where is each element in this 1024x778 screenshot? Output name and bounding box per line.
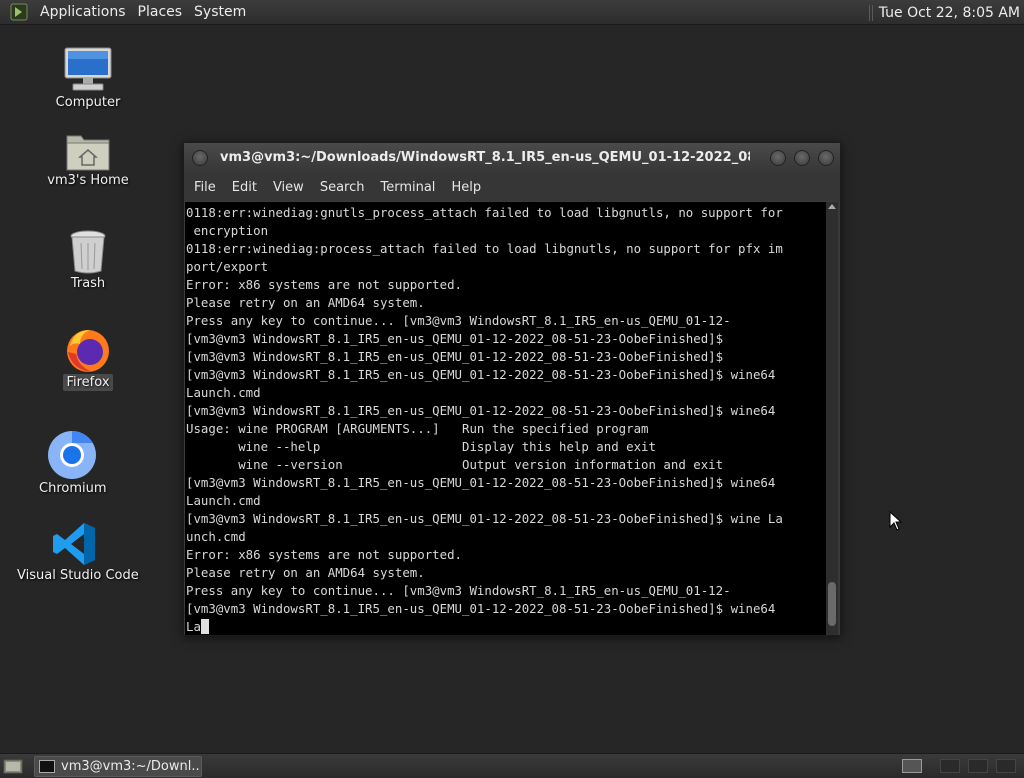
terminal-line: Error: x86 systems are not supported. bbox=[186, 277, 463, 292]
applications-menu[interactable]: Applications bbox=[34, 4, 132, 20]
mouse-pointer-icon bbox=[889, 511, 903, 531]
menu-view[interactable]: View bbox=[265, 180, 312, 195]
workspace-1[interactable] bbox=[902, 759, 922, 773]
terminal-line: port/export bbox=[186, 259, 269, 274]
show-desktop-icon[interactable] bbox=[3, 758, 23, 775]
minimize-button[interactable] bbox=[770, 150, 786, 166]
desktop-icon-label: Visual Studio Code bbox=[17, 568, 139, 583]
desktop-icon-home[interactable]: vm3's Home bbox=[42, 130, 134, 189]
terminal-line: encryption bbox=[186, 223, 269, 238]
terminal-input-line[interactable]: La bbox=[186, 618, 827, 635]
desktop-icon-label: Computer bbox=[55, 95, 121, 110]
vscode-icon bbox=[53, 523, 95, 565]
desktop-icon-label: Trash bbox=[70, 276, 106, 291]
taskbar-terminal-button[interactable]: vm3@vm3:~/Downl... bbox=[34, 756, 202, 777]
terminal-line: unch.cmd bbox=[186, 529, 246, 544]
terminal-scrollbar[interactable] bbox=[826, 202, 838, 635]
menu-terminal[interactable]: Terminal bbox=[372, 180, 443, 195]
terminal-icon bbox=[39, 760, 55, 773]
main-menu-icon[interactable] bbox=[8, 1, 30, 23]
terminal-line: [vm3@vm3 WindowsRT_8.1_IR5_en-us_QEMU_01… bbox=[186, 331, 724, 346]
desktop-icon-vscode[interactable]: Visual Studio Code bbox=[14, 521, 139, 584]
taskbar-button-label: vm3@vm3:~/Downl... bbox=[61, 759, 202, 774]
system-menu[interactable]: System bbox=[188, 4, 252, 20]
trash-icon bbox=[70, 230, 106, 274]
scroll-up-arrow-icon[interactable] bbox=[828, 204, 836, 209]
window-titlebar[interactable]: vm3@vm3:~/Downloads/WindowsRT_8.1_IR5_en… bbox=[184, 143, 840, 173]
window-menu-button[interactable] bbox=[192, 150, 208, 166]
terminal-input-text: La bbox=[186, 619, 201, 634]
terminal-line: [vm3@vm3 WindowsRT_8.1_IR5_en-us_QEMU_01… bbox=[186, 367, 776, 382]
terminal-line: Please retry on an AMD64 system. bbox=[186, 565, 425, 580]
top-panel: Applications Places System Tue Oct 22, 8… bbox=[0, 0, 1024, 25]
menu-help[interactable]: Help bbox=[443, 180, 489, 195]
terminal-line: Launch.cmd bbox=[186, 385, 261, 400]
terminal-line: wine --help Display this help and exit bbox=[186, 439, 656, 454]
desktop-icon-computer[interactable]: Computer bbox=[52, 46, 124, 111]
workspace-2[interactable] bbox=[940, 759, 960, 773]
terminal-line: wine --version Output version informatio… bbox=[186, 457, 724, 472]
workspace-3[interactable] bbox=[968, 759, 988, 773]
panel-separator bbox=[868, 4, 873, 21]
terminal-line: Error: x86 systems are not supported. bbox=[186, 547, 463, 562]
terminal-line: [vm3@vm3 WindowsRT_8.1_IR5_en-us_QEMU_01… bbox=[186, 601, 776, 616]
maximize-button[interactable] bbox=[794, 150, 810, 166]
bottom-panel: vm3@vm3:~/Downl... bbox=[0, 753, 1024, 778]
scrollbar-thumb[interactable] bbox=[828, 582, 836, 626]
desktop-icon-firefox[interactable]: Firefox bbox=[58, 326, 118, 391]
terminal-line: Press any key to continue... [vm3@vm3 Wi… bbox=[186, 583, 731, 598]
terminal-window: vm3@vm3:~/Downloads/WindowsRT_8.1_IR5_en… bbox=[183, 142, 841, 636]
workspace-4[interactable] bbox=[996, 759, 1016, 773]
desktop-icon-label: Chromium bbox=[39, 481, 107, 496]
terminal-output[interactable]: 0118:err:winediag:gnutls_process_attach … bbox=[185, 202, 827, 635]
home-folder-icon bbox=[66, 135, 110, 171]
desktop-icon-label: Firefox bbox=[63, 374, 113, 391]
places-menu[interactable]: Places bbox=[132, 4, 189, 20]
terminal-line: Press any key to continue... [vm3@vm3 Wi… bbox=[186, 313, 731, 328]
chromium-icon bbox=[48, 431, 96, 479]
terminal-line: Please retry on an AMD64 system. bbox=[186, 295, 425, 310]
text-cursor bbox=[200, 619, 209, 634]
terminal-line: [vm3@vm3 WindowsRT_8.1_IR5_en-us_QEMU_01… bbox=[186, 475, 776, 490]
terminal-line: [vm3@vm3 WindowsRT_8.1_IR5_en-us_QEMU_01… bbox=[186, 511, 783, 526]
terminal-line: Launch.cmd bbox=[186, 493, 261, 508]
window-title: vm3@vm3:~/Downloads/WindowsRT_8.1_IR5_en… bbox=[220, 150, 750, 165]
desktop-icon-trash[interactable]: Trash bbox=[58, 229, 118, 292]
menu-edit[interactable]: Edit bbox=[224, 180, 265, 195]
terminal-line: [vm3@vm3 WindowsRT_8.1_IR5_en-us_QEMU_01… bbox=[186, 349, 724, 364]
terminal-line: 0118:err:winediag:process_attach failed … bbox=[186, 241, 783, 256]
clock[interactable]: Tue Oct 22, 8:05 AM bbox=[879, 5, 1024, 21]
computer-icon bbox=[64, 47, 112, 91]
terminal-menubar: File Edit View Search Terminal Help bbox=[184, 173, 840, 201]
firefox-icon bbox=[67, 330, 109, 372]
menu-search[interactable]: Search bbox=[312, 180, 373, 195]
menu-file[interactable]: File bbox=[186, 180, 224, 195]
close-button[interactable] bbox=[818, 150, 834, 166]
terminal-line: 0118:err:winediag:gnutls_process_attach … bbox=[186, 205, 783, 220]
desktop-icon-chromium[interactable]: Chromium bbox=[36, 430, 108, 497]
desktop-icon-label: vm3's Home bbox=[47, 173, 129, 188]
terminal-line: [vm3@vm3 WindowsRT_8.1_IR5_en-us_QEMU_01… bbox=[186, 403, 776, 418]
terminal-line: Usage: wine PROGRAM [ARGUMENTS...] Run t… bbox=[186, 421, 649, 436]
